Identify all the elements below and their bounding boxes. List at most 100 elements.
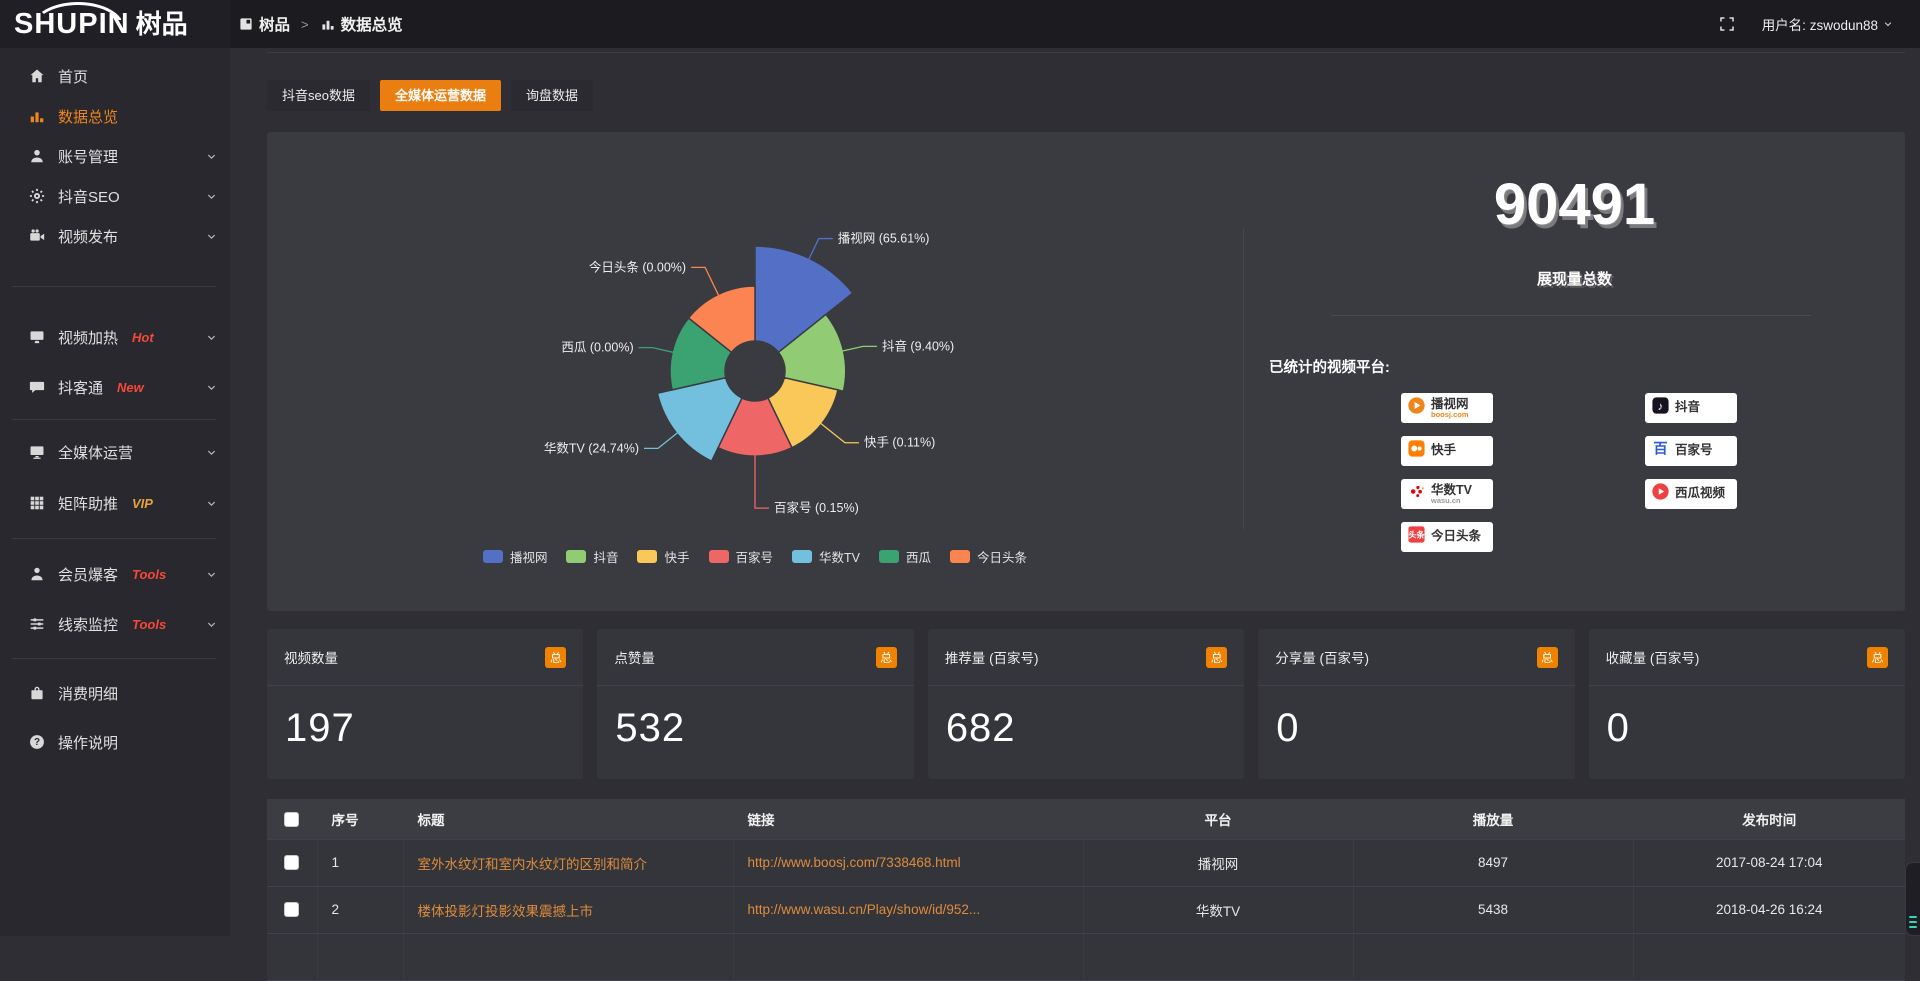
videos-table: 序号标题链接平台播放量发布时间 1室外水纹灯和室内水纹灯的区别和简介http:/…: [267, 799, 1905, 981]
stat-card-value: 0: [1258, 686, 1574, 751]
sidebar-item-douyin-seo[interactable]: 抖音SEO: [0, 176, 230, 216]
sidebar-divider: [12, 538, 216, 539]
table-row: 1室外水纹灯和室内水纹灯的区别和简介http://www.boosj.com/7…: [267, 839, 1905, 886]
sidebar-item-label: 数据总览: [58, 106, 118, 127]
sidebar-item-label: 操作说明: [58, 732, 118, 753]
tab-douyin-seo-data[interactable]: 抖音seo数据: [267, 80, 370, 111]
svg-text:头条: 头条: [1408, 530, 1425, 540]
legend-swatch: [483, 550, 503, 563]
app-window-icon: [238, 16, 254, 32]
sidebar-item-label: 抖客通: [58, 377, 103, 398]
sidebar-item-video-heat[interactable]: 视频加热Hot: [0, 317, 230, 357]
stat-card-value: 532: [597, 686, 913, 751]
total-impressions-label: 展现量总数: [1244, 268, 1905, 289]
pie-label-line: [644, 433, 678, 449]
sidebar-item-badge: Tools: [132, 567, 166, 582]
service-icon: [1906, 913, 1920, 928]
legend-item-西瓜[interactable]: 西瓜: [879, 547, 931, 566]
breadcrumb-separator: >: [301, 17, 309, 32]
pie-label-line: [809, 239, 833, 260]
legend-item-播视网[interactable]: 播视网: [483, 547, 548, 566]
cell-plays: 8497: [1353, 839, 1633, 886]
sidebar-item-data-overview[interactable]: 数据总览: [0, 96, 230, 136]
cell-title-link[interactable]: 室外水纹灯和室内水纹灯的区别和简介: [403, 839, 733, 886]
legend-swatch: [792, 550, 812, 563]
stat-card-video-count: 视频数量总197: [267, 629, 583, 779]
cell-title-link[interactable]: 楼体投影灯投影效果震撼上市: [403, 886, 733, 933]
stat-card-value: 0: [1589, 686, 1905, 751]
legend-swatch: [879, 550, 899, 563]
breadcrumb-root[interactable]: 树品: [259, 13, 290, 35]
column-header-3: 平台: [1083, 799, 1353, 839]
platform-badge-douyin: ♪抖音: [1645, 393, 1737, 423]
legend-item-抖音[interactable]: 抖音: [566, 547, 618, 566]
sidebar-item-home[interactable]: 首页: [0, 56, 230, 96]
stat-card-label: 推荐量 (百家号): [945, 647, 1039, 667]
cell-url-link[interactable]: http://www.boosj.com/7338468.html: [733, 839, 1083, 886]
sidebar-item-label: 线索监控: [58, 614, 118, 635]
stat-card-header: 分享量 (百家号)总: [1258, 629, 1574, 686]
videos-table-wrap: 序号标题链接平台播放量发布时间 1室外水纹灯和室内水纹灯的区别和简介http:/…: [267, 799, 1905, 981]
stat-card-header: 点赞量总: [597, 629, 913, 686]
sidebar-item-label: 会员爆客: [58, 564, 118, 585]
platforms-title: 已统计的视频平台:: [1269, 356, 1905, 377]
fullscreen-icon[interactable]: [1718, 15, 1736, 33]
tab-media-operation-data[interactable]: 全媒体运营数据: [380, 80, 501, 111]
customer-service-widget[interactable]: [1905, 862, 1920, 936]
chart-panel: 播视网 (65.61%)抖音 (9.40%)快手 (0.11%)百家号 (0.1…: [267, 132, 1905, 611]
sidebar-item-member-baoke[interactable]: 会员爆客 Tools: [0, 554, 230, 594]
cell-platform: 播视网: [1083, 839, 1353, 886]
data-tabs: 抖音seo数据全媒体运营数据询盘数据: [267, 80, 1905, 111]
tab-inquiry-data[interactable]: 询盘数据: [511, 80, 593, 111]
logo-text-cn: 树品: [136, 11, 188, 37]
chevron-down-icon: [205, 190, 218, 203]
legend-label: 百家号: [736, 547, 774, 566]
pie-label: 今日头条 (0.00%): [589, 259, 686, 274]
row-checkbox[interactable]: [284, 902, 299, 917]
sidebar-item-video-publish[interactable]: 视频发布: [0, 216, 230, 256]
stat-cards-row: 视频数量总197点赞量总532推荐量 (百家号)总682分享量 (百家号)总0收…: [267, 629, 1905, 779]
legend-item-百家号[interactable]: 百家号: [709, 547, 774, 566]
sidebar: 首页数据总览账号管理抖音SEO 视频发布视频加热Hot 抖客通New 全媒体运营矩阵助…: [0, 48, 230, 936]
sidebar-item-media-operation[interactable]: 全媒体运营: [0, 432, 230, 472]
sidebar-item-douketong[interactable]: 抖客通New: [0, 367, 230, 407]
summary-divider: [1331, 315, 1811, 316]
legend-item-今日头条[interactable]: 今日头条: [950, 547, 1027, 566]
pie-label-line: [755, 455, 769, 508]
svg-text:?: ?: [34, 737, 40, 748]
bar-chart-icon: [320, 16, 336, 32]
sidebar-item-account-manage[interactable]: 账号管理: [0, 136, 230, 176]
stat-card-value: 197: [267, 686, 583, 751]
select-all-checkbox[interactable]: [284, 812, 299, 827]
legend-label: 今日头条: [977, 547, 1027, 566]
cell-url-link[interactable]: http://www.wasu.cn/Play/show/id/952...: [733, 886, 1083, 933]
sidebar-item-label: 抖音SEO: [58, 186, 120, 207]
stat-card-header: 视频数量总: [267, 629, 583, 686]
cell-publish-time: 2018-04-26 16:24: [1633, 886, 1905, 933]
legend-item-快手[interactable]: 快手: [637, 547, 689, 566]
platform-badge-boosj: 播视网boosj.com: [1401, 393, 1493, 423]
sidebar-item-consume-detail[interactable]: 消费明细: [0, 673, 230, 713]
legend-item-华数TV[interactable]: 华数TV: [792, 547, 860, 566]
sidebar-item-operation-guide[interactable]: ? 操作说明: [0, 722, 230, 762]
breadcrumb-current[interactable]: 数据总览: [341, 13, 403, 35]
user-menu[interactable]: 用户名: zswodun88: [1762, 14, 1894, 34]
desktop-icon: [28, 443, 46, 461]
platform-badge-toutiao: 头条今日头条: [1401, 522, 1493, 552]
sidebar-item-label: 首页: [58, 66, 88, 87]
pie-label: 抖音 (9.40%): [882, 338, 954, 353]
app-logo[interactable]: SHUPIN 树品: [0, 0, 230, 48]
sidebar-item-label: 账号管理: [58, 146, 118, 167]
pie-label-line: [821, 423, 859, 442]
cell-index: 1: [317, 839, 403, 886]
column-header-4: 播放量: [1353, 799, 1633, 839]
pie-label: 西瓜 (0.00%): [561, 341, 633, 355]
bar-chart-icon: [28, 107, 46, 125]
platform-badge-baijiahao: 百百家号: [1645, 436, 1737, 466]
row-checkbox[interactable]: [284, 855, 299, 870]
sidebar-item-matrix-boost[interactable]: 矩阵助推VIP: [0, 483, 230, 523]
video-icon: [28, 227, 46, 245]
total-badge: 总: [876, 647, 897, 668]
platform-badge-label: 百家号: [1675, 444, 1713, 457]
sidebar-item-clue-monitor[interactable]: 线索监控Tools: [0, 604, 230, 644]
